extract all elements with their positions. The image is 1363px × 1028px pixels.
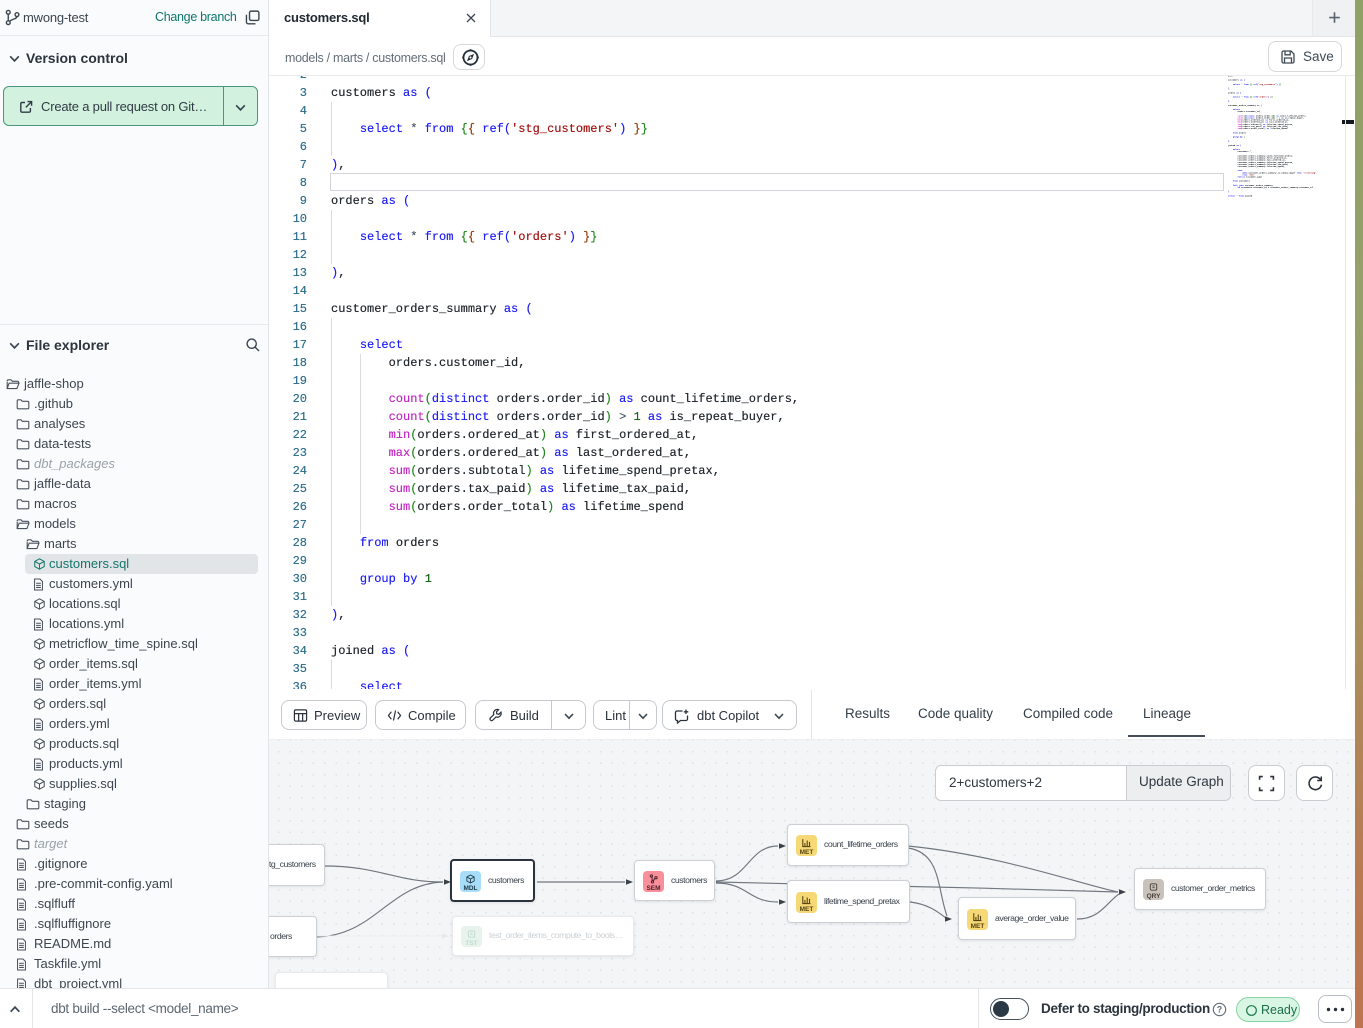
svg-text:?: ? <box>1217 1005 1222 1015</box>
